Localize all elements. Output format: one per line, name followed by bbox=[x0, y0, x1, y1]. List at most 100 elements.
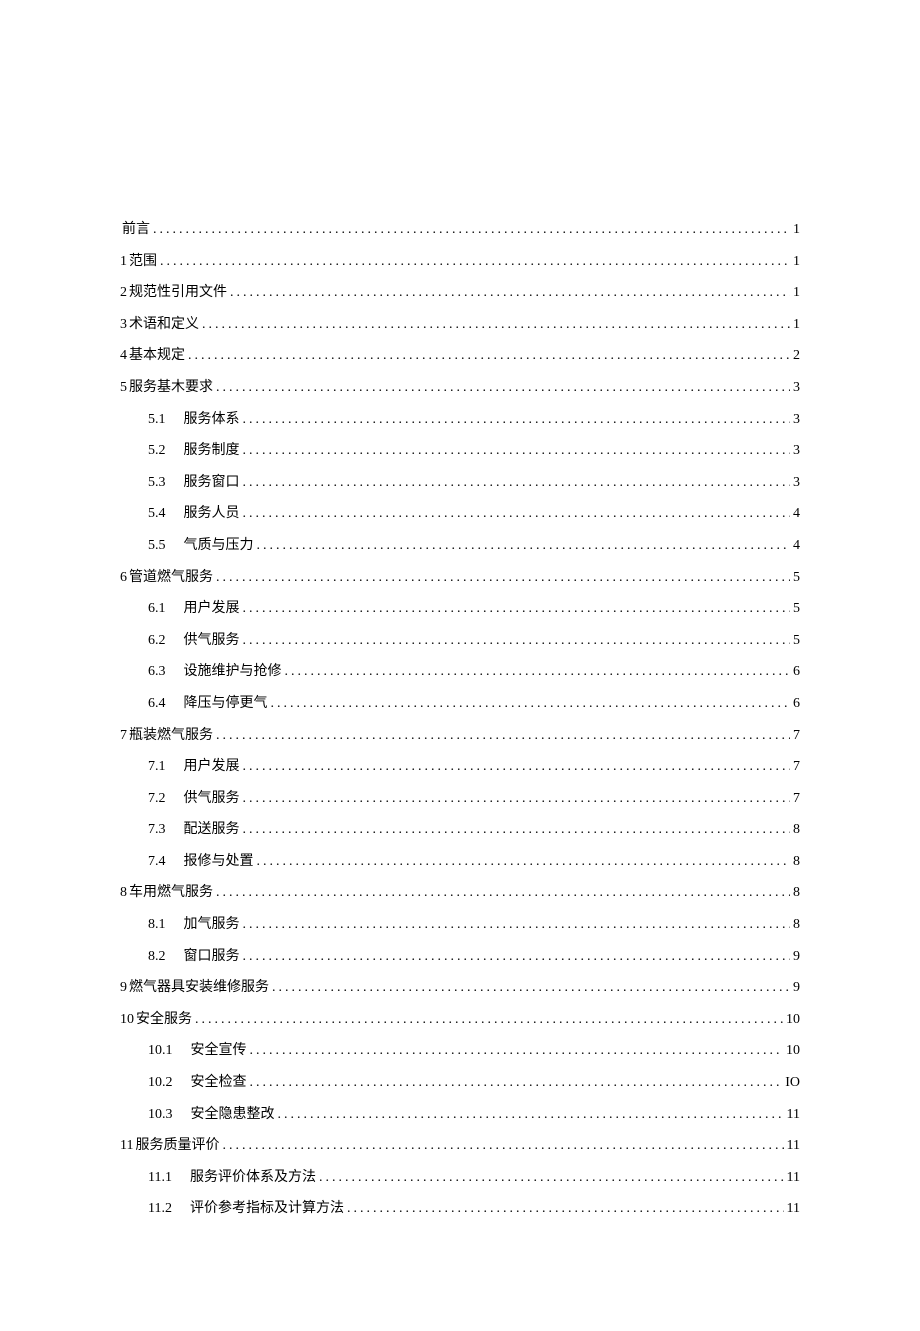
toc-number: 6.1 bbox=[148, 599, 166, 619]
toc-leader-dots bbox=[285, 662, 791, 682]
toc-title: 配送服务 bbox=[184, 820, 240, 840]
toc-page-number: 5 bbox=[793, 631, 800, 651]
toc-number: 5.4 bbox=[148, 504, 166, 524]
toc-entry: 5.3 服务窗口 3 bbox=[120, 473, 800, 493]
toc-page-number: 7 bbox=[793, 757, 800, 777]
toc-number: 11 bbox=[120, 1136, 133, 1156]
toc-entry: 7.1用户发展7 bbox=[120, 757, 800, 777]
toc-page-number: 8 bbox=[793, 915, 800, 935]
toc-title: 安全宣传 bbox=[191, 1041, 247, 1061]
toc-entry: 5服务基木要求 3 bbox=[120, 378, 800, 398]
toc-leader-dots bbox=[160, 252, 790, 272]
toc-title: 安全服务 bbox=[136, 1010, 192, 1030]
toc-page-number: 5 bbox=[793, 568, 800, 588]
toc-entry: 5.4服务人员4 bbox=[120, 504, 800, 524]
toc-number: 10.1 bbox=[148, 1041, 173, 1061]
toc-entry: 5.5气质与压力4 bbox=[120, 536, 800, 556]
toc-entry: 2规范性引用文件 1 bbox=[120, 283, 800, 303]
toc-leader-dots bbox=[195, 1010, 783, 1030]
toc-title: 安全隐患整改 bbox=[191, 1105, 275, 1125]
toc-title: 规范性引用文件 bbox=[129, 283, 227, 303]
toc-title: 服务评价体系及方法 bbox=[190, 1168, 316, 1188]
toc-leader-dots bbox=[243, 599, 791, 619]
toc-entry: 10安全服务10 bbox=[120, 1010, 800, 1030]
toc-number: 10.3 bbox=[148, 1105, 173, 1125]
toc-title: 服务体系 bbox=[184, 410, 240, 430]
toc-leader-dots bbox=[216, 883, 790, 903]
toc-title: 气质与压力 bbox=[184, 536, 254, 556]
toc-title: 供气服务 bbox=[184, 631, 240, 651]
toc-number: 2 bbox=[120, 283, 127, 303]
toc-number: 6 bbox=[120, 568, 127, 588]
toc-leader-dots bbox=[243, 441, 791, 461]
toc-page-number: 6 bbox=[793, 694, 800, 714]
toc-leader-dots bbox=[257, 536, 791, 556]
toc-title: 范围 bbox=[129, 252, 157, 272]
toc-page-number: 11 bbox=[787, 1105, 800, 1125]
toc-title: 服务基木要求 bbox=[129, 378, 213, 398]
toc-number: 9 bbox=[120, 978, 127, 998]
toc-entry: 8.1 加气服务 8 bbox=[120, 915, 800, 935]
toc-page-number: 8 bbox=[793, 852, 800, 872]
toc-page-number: 3 bbox=[793, 441, 800, 461]
toc-entry: 11服务质量评价11 bbox=[120, 1136, 800, 1156]
toc-page-number: 4 bbox=[793, 536, 800, 556]
toc-entry: 11.1服务评价体系及方法11 bbox=[120, 1168, 800, 1188]
toc-title: 前言 bbox=[122, 220, 150, 240]
toc-page-number: 3 bbox=[793, 410, 800, 430]
toc-number: 11.2 bbox=[148, 1199, 172, 1219]
toc-number: 7.2 bbox=[148, 789, 166, 809]
toc-title: 服务人员 bbox=[184, 504, 240, 524]
toc-title: 设施维护与抢修 bbox=[184, 662, 282, 682]
toc-entry: 6管道燃气服务 5 bbox=[120, 568, 800, 588]
toc-page-number: 11 bbox=[787, 1136, 800, 1156]
toc-leader-dots bbox=[216, 378, 790, 398]
toc-number: 7.1 bbox=[148, 757, 166, 777]
toc-title: 安全检查 bbox=[191, 1073, 247, 1093]
toc-title: 管道燃气服务 bbox=[129, 568, 213, 588]
toc-title: 服务制度 bbox=[184, 441, 240, 461]
toc-entry: 前言 1 bbox=[120, 220, 800, 240]
toc-entry: 6.3 设施维护与抢修 6 bbox=[120, 662, 800, 682]
toc-leader-dots bbox=[216, 568, 790, 588]
toc-entry: 11.2 评价参考指标及计算方法 11 bbox=[120, 1199, 800, 1219]
toc-title: 报修与处置 bbox=[184, 852, 254, 872]
toc-title: 燃气器具安装维修服务 bbox=[129, 978, 269, 998]
toc-page-number: 3 bbox=[793, 473, 800, 493]
toc-title: 术语和定义 bbox=[129, 315, 199, 335]
toc-title: 车用燃气服务 bbox=[129, 883, 213, 903]
toc-number: 5.3 bbox=[148, 473, 166, 493]
toc-entry: 6.1用户发展5 bbox=[120, 599, 800, 619]
toc-title: 加气服务 bbox=[184, 915, 240, 935]
toc-leader-dots bbox=[243, 757, 791, 777]
toc-page-number: 6 bbox=[793, 662, 800, 682]
toc-title: 窗口服务 bbox=[184, 947, 240, 967]
toc-leader-dots bbox=[188, 346, 790, 366]
toc-entry: 5.1服务体系3 bbox=[120, 410, 800, 430]
toc-number: 10 bbox=[120, 1010, 134, 1030]
toc-leader-dots bbox=[243, 473, 791, 493]
toc-entry: 7瓶装燃气服务7 bbox=[120, 726, 800, 746]
toc-number: 6.3 bbox=[148, 662, 166, 682]
toc-entry: 7.2供气服务7 bbox=[120, 789, 800, 809]
toc-entry: 6.4降压与停更气6 bbox=[120, 694, 800, 714]
toc-leader-dots bbox=[347, 1199, 784, 1219]
toc-title: 瓶装燃气服务 bbox=[129, 726, 213, 746]
toc-page-number: 10 bbox=[786, 1010, 800, 1030]
toc-page-number: 1 bbox=[793, 220, 800, 240]
toc-title: 用户发展 bbox=[184, 599, 240, 619]
toc-title: 供气服务 bbox=[184, 789, 240, 809]
toc-entry: 6.2供气服务5 bbox=[120, 631, 800, 651]
toc-number: 8.2 bbox=[148, 947, 166, 967]
toc-number: 5 bbox=[120, 378, 127, 398]
toc-title: 基本规定 bbox=[129, 346, 185, 366]
toc-page-number: 11 bbox=[787, 1199, 800, 1219]
toc-title: 服务窗口 bbox=[184, 473, 240, 493]
toc-title: 评价参考指标及计算方法 bbox=[190, 1199, 344, 1219]
toc-leader-dots bbox=[230, 283, 790, 303]
toc-entry: 8车用燃气服务8 bbox=[120, 883, 800, 903]
toc-page-number: 3 bbox=[793, 378, 800, 398]
toc-page-number: 1 bbox=[793, 283, 800, 303]
toc-number: 7.3 bbox=[148, 820, 166, 840]
toc-number: 8.1 bbox=[148, 915, 166, 935]
